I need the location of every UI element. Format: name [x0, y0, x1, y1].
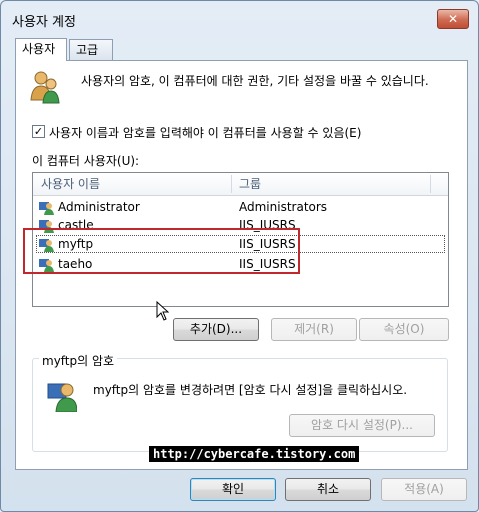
- user-name: Administrator: [58, 200, 140, 214]
- user-icon: [39, 202, 54, 215]
- password-group-text: myftp의 암호를 변경하려면 [암호 다시 설정]을 클릭하십시오.: [93, 383, 408, 397]
- close-icon: ✕: [447, 12, 459, 26]
- listview-header: 사용자 이름 그룹: [33, 173, 448, 196]
- password-group-title: myftp의 암호: [39, 352, 118, 369]
- column-header-username[interactable]: 사용자 이름: [41, 173, 100, 195]
- user-password-icon: [47, 383, 77, 412]
- require-login-checkbox[interactable]: ✓: [32, 125, 45, 138]
- list-item[interactable]: Administrator Administrators: [36, 198, 445, 216]
- tab-advanced[interactable]: 고급: [69, 39, 113, 60]
- close-button[interactable]: ✕: [437, 9, 469, 29]
- tab-users-label: 사용자: [22, 42, 56, 56]
- title-bar[interactable]: 사용자 계정 ✕: [1, 1, 478, 35]
- user-group: Administrators: [239, 200, 328, 214]
- add-user-button[interactable]: 추가(D)...: [173, 318, 259, 341]
- mouse-pointer-icon: [156, 301, 170, 321]
- user-accounts-window: 사용자 계정 ✕ 사용자 고급 사용자의 암호, 이 컴퓨터에 대한 권한, 기…: [0, 0, 479, 512]
- tab-advanced-label: 고급: [76, 43, 99, 57]
- remove-user-button[interactable]: 제거(R): [271, 318, 357, 341]
- reset-password-button[interactable]: 암호 다시 설정(P)...: [289, 414, 435, 437]
- highlight-annotation: [23, 228, 300, 274]
- intro-text: 사용자의 암호, 이 컴퓨터에 대한 권한, 기타 설정을 바꿀 수 있습니다.: [81, 74, 429, 88]
- column-divider[interactable]: [231, 175, 232, 193]
- checkmark-icon: ✓: [33, 125, 44, 138]
- window-title: 사용자 계정: [12, 15, 76, 30]
- properties-button[interactable]: 속성(O): [359, 318, 449, 341]
- cancel-button[interactable]: 취소: [285, 478, 371, 501]
- users-icon: [30, 71, 60, 104]
- apply-button[interactable]: 적용(A): [381, 478, 467, 501]
- password-groupbox: [32, 358, 448, 452]
- watermark-text: http://cybercafe.tistory.com: [149, 446, 360, 462]
- require-login-label[interactable]: 사용자 이름과 암호를 입력해야 이 컴퓨터를 사용할 수 있음(E): [49, 124, 361, 141]
- ok-button[interactable]: 확인: [190, 478, 276, 501]
- column-divider[interactable]: [430, 175, 431, 193]
- users-list-label: 이 컴퓨터 사용자(U):: [32, 154, 140, 168]
- column-header-group[interactable]: 그룹: [239, 173, 261, 195]
- tab-users[interactable]: 사용자: [15, 38, 67, 61]
